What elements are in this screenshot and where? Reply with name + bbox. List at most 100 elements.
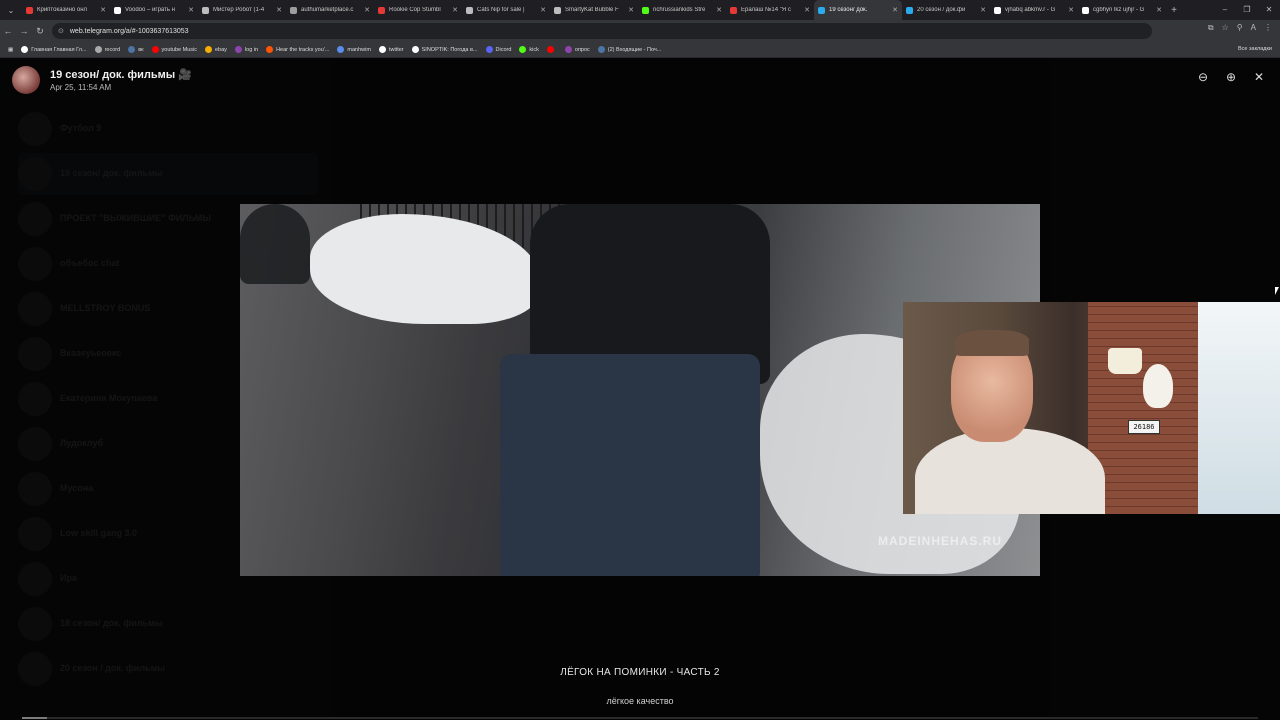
address-bar-row: ← → ↻ ⊙ web.telegram.org/a/#-10036376130… — [0, 20, 1280, 42]
browser-tab[interactable]: Криптоказино онл ✕ — [22, 0, 110, 20]
bookmark-item[interactable]: (2) Входящие - Поч... — [597, 46, 661, 53]
bookmarks-bar: ▦ Главная Главная Гл... record вк youtube M… — [0, 42, 1280, 58]
tab-title: Ералаш №14 "Я с — [741, 7, 791, 13]
tab-title: cgbhyn lkz ujhjr - G — [1093, 7, 1145, 13]
bookmark-label: опрос — [574, 46, 590, 53]
tab-favicon — [730, 6, 737, 14]
tab-close-icon[interactable]: ✕ — [892, 6, 898, 14]
window-controls: – ❐ ✕ — [1214, 0, 1280, 20]
license-plate: 26186 — [1128, 420, 1160, 434]
media-viewer-tools: ⊖ ⊕ ✕ — [1196, 70, 1266, 84]
person-shirt — [915, 428, 1105, 514]
zoom-in-icon[interactable]: ⊕ — [1224, 70, 1238, 84]
bookmark-item[interactable]: опрос — [564, 46, 590, 53]
tab-close-icon[interactable]: ✕ — [540, 6, 546, 14]
bookmark-item[interactable]: ebay — [204, 46, 227, 53]
channel-title[interactable]: 19 сезон/ док. фильмы 🎥 — [50, 68, 192, 81]
bookmark-icon — [337, 46, 345, 53]
bookmark-icon — [204, 46, 212, 53]
zoom-out-icon[interactable]: ⊖ — [1196, 70, 1210, 84]
bookmark-item[interactable]: youtube Music — [151, 46, 197, 53]
profile-icon[interactable]: A — [1251, 23, 1256, 33]
browser-tab[interactable]: Мистер Робот (1-4 ✕ — [198, 0, 286, 20]
tab-title: 19 сезон/ док. — [829, 7, 868, 13]
bookmark-item[interactable]: manhwim — [337, 46, 371, 53]
tab-title: SmartyKat Bubble F — [565, 7, 619, 13]
tab-favicon — [290, 6, 297, 14]
tab-title: Криптоказино онл — [37, 7, 88, 13]
bookmark-item[interactable]: Главная Главная Гл... — [21, 46, 87, 53]
browser-tab[interactable]: Ералаш №14 "Я с ✕ — [726, 0, 814, 20]
tab-close-icon[interactable]: ✕ — [188, 6, 194, 14]
browser-tab[interactable]: Cats Nip for sale | ✕ — [462, 0, 550, 20]
menu-icon[interactable]: ⋮ — [1264, 23, 1272, 33]
tab-close-icon[interactable]: ✕ — [1068, 6, 1074, 14]
close-window-icon[interactable]: ✕ — [1258, 0, 1280, 20]
site-info-icon[interactable]: ⊙ — [58, 27, 64, 35]
tab-favicon — [554, 6, 561, 14]
reload-icon[interactable]: ↻ — [32, 26, 48, 37]
tab-title: richrussiankids Stre — [653, 7, 706, 13]
bookmark-star-icon[interactable]: ☆ — [1222, 23, 1229, 33]
apps-icon[interactable]: ▦ — [8, 47, 13, 53]
video-watermark: MADEINHEHAS.RU — [877, 534, 1002, 548]
tab-close-icon[interactable]: ✕ — [452, 6, 458, 14]
video-progress-fill — [22, 717, 47, 719]
bookmark-item[interactable]: record — [94, 46, 121, 53]
forward-icon[interactable]: → — [16, 26, 32, 36]
browser-tab[interactable]: authumarketplace.c ✕ — [286, 0, 374, 20]
bookmark-icon — [234, 46, 242, 53]
browser-tab[interactable]: SmartyKat Bubble F ✕ — [550, 0, 638, 20]
tab-close-icon[interactable]: ✕ — [1156, 6, 1162, 14]
browser-tab[interactable]: 19 сезон/ док. ✕ — [814, 0, 902, 20]
maximize-icon[interactable]: ❐ — [1236, 0, 1258, 20]
bookmark-label: вк — [138, 46, 144, 53]
bookmark-label: record — [104, 46, 121, 53]
tab-close-icon[interactable]: ✕ — [804, 6, 810, 14]
omnibox[interactable]: ⊙ web.telegram.org/a/#-1003637613053 — [52, 23, 1152, 39]
mouse-cursor — [1275, 287, 1279, 295]
channel-avatar[interactable] — [12, 66, 40, 94]
tab-title: 20 сезон / док.фи — [917, 7, 966, 13]
tab-search-icon[interactable]: ⌄ — [0, 0, 22, 20]
bookmark-icon — [411, 46, 419, 53]
bookmark-item[interactable]: log in — [234, 46, 258, 53]
bookmark-icon — [485, 46, 493, 53]
tab-close-icon[interactable]: ✕ — [628, 6, 634, 14]
video-progress-bar[interactable] — [22, 717, 1258, 719]
bookmark-item[interactable]: Hear the tracks you'... — [266, 46, 329, 53]
bookmark-icon — [266, 46, 274, 53]
bookmark-label: Главная Главная Гл... — [31, 46, 87, 53]
extensions-icon[interactable]: ⚲ — [1237, 23, 1243, 33]
tab-close-icon[interactable]: ✕ — [716, 6, 722, 14]
browser-tab[interactable]: Rookie Cop Stumbl ✕ — [374, 0, 462, 20]
tab-title: Cats Nip for sale | — [477, 7, 525, 13]
bookmark-item[interactable]: Dicord — [485, 46, 511, 53]
install-icon[interactable]: ⧉ — [1208, 23, 1214, 33]
tab-favicon — [378, 6, 385, 14]
bookmark-item[interactable] — [546, 46, 557, 53]
close-viewer-icon[interactable]: ✕ — [1252, 70, 1266, 84]
bookmark-item[interactable]: kick — [519, 46, 539, 53]
tab-close-icon[interactable]: ✕ — [364, 6, 370, 14]
browser-tab[interactable]: vjhabq abkmv.r - G ✕ — [990, 0, 1078, 20]
new-tab-button[interactable]: + — [1166, 5, 1182, 16]
url-text[interactable]: web.telegram.org/a/#-1003637613053 — [70, 28, 189, 35]
tab-close-icon[interactable]: ✕ — [980, 6, 986, 14]
tab-close-icon[interactable]: ✕ — [276, 6, 282, 14]
minimize-icon[interactable]: – — [1214, 0, 1236, 20]
bookmark-icon — [564, 46, 572, 53]
lamp — [1108, 348, 1142, 374]
bookmark-label: kick — [529, 46, 539, 53]
browser-tab[interactable]: Voodoo – играть н ✕ — [110, 0, 198, 20]
all-bookmarks-button[interactable]: Все закладки — [1238, 46, 1272, 52]
browser-tab[interactable]: cgbhyn lkz ujhjr - G ✕ — [1078, 0, 1166, 20]
bookmark-item[interactable]: вк — [128, 46, 144, 53]
bookmark-item[interactable]: twitter — [378, 46, 404, 53]
browser-tab[interactable]: richrussiankids Stre ✕ — [638, 0, 726, 20]
back-icon[interactable]: ← — [0, 26, 16, 36]
bookmark-item[interactable]: SINOPTIK: Погода в... — [411, 46, 478, 53]
browser-tab[interactable]: 20 сезон / док.фи ✕ — [902, 0, 990, 20]
tab-close-icon[interactable]: ✕ — [100, 6, 106, 14]
bookmark-label: Hear the tracks you'... — [276, 46, 330, 53]
